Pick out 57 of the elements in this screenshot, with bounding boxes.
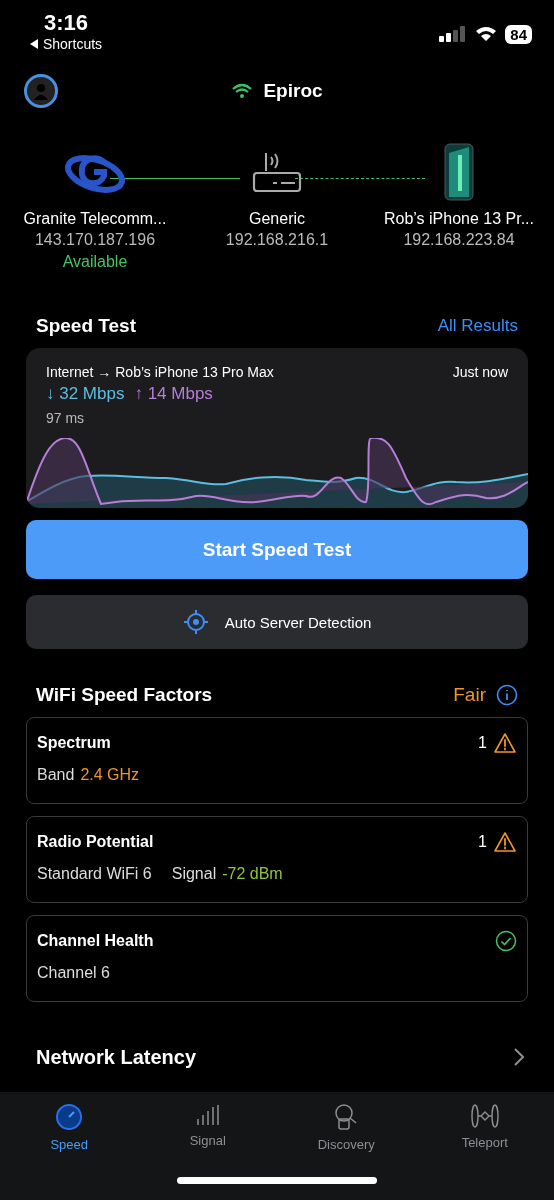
back-triangle-icon — [29, 39, 39, 49]
section-title: WiFi Speed Factors — [36, 684, 213, 706]
wifi-icon — [475, 26, 498, 42]
upload-speed: ↑ 14 Mbps — [134, 384, 213, 404]
test-time: Just now — [452, 364, 508, 380]
factor-label: Channel 6 — [37, 964, 110, 982]
info-icon[interactable] — [496, 684, 518, 706]
factor-title: Radio Potential — [37, 833, 154, 851]
wifi-icon — [231, 83, 254, 99]
back-link[interactable]: Shortcuts — [29, 36, 103, 52]
factor-title: Spectrum — [37, 734, 111, 752]
all-results-link[interactable]: All Results — [437, 316, 518, 336]
crosshair-icon — [182, 609, 209, 635]
tab[interactable]: Signal — [138, 1102, 277, 1153]
issue-count: 1 — [478, 734, 487, 752]
warning-icon — [493, 732, 517, 754]
tab[interactable]: Teleport — [415, 1102, 554, 1153]
network-latency-row[interactable]: Network Latency — [0, 1032, 554, 1082]
factor-card[interactable]: Channel Health Channel 6 — [26, 915, 528, 1002]
factor-label: Signal — [171, 865, 217, 883]
chevron-right-icon — [514, 1048, 524, 1066]
teleport-icon — [469, 1103, 500, 1129]
speed-rating: Fair — [453, 684, 486, 706]
battery-level: 84 — [505, 24, 532, 44]
test-route: Internet → Rob’s iPhone 13 Pro Max — [46, 364, 274, 380]
signal-bars-icon — [194, 1103, 221, 1127]
latency-value: 97 ms — [45, 409, 86, 426]
download-speed: ↓ 32 Mbps — [46, 384, 125, 404]
speed-test-card[interactable]: Internet → Rob’s iPhone 13 Pro Max Just now ↓ 32 Mbps ↑ 14 Mbps 97 ms — [26, 348, 528, 508]
ip-address: 143.170.187.196 — [34, 231, 156, 249]
cellular-signal-icon — [439, 26, 468, 42]
check-circle-icon — [495, 930, 517, 952]
ip-address: 192.168.223.84 — [403, 231, 515, 249]
factor-label: Band — [37, 766, 75, 784]
ip-address: 192.168.216.1 — [225, 231, 329, 249]
factor-value: 2.4 GHz — [80, 766, 140, 784]
phone-icon — [444, 143, 474, 201]
row-title: Network Latency — [36, 1045, 197, 1069]
factor-value: -72 dBm — [222, 865, 283, 883]
device-status: Available — [62, 253, 128, 271]
issue-count: 1 — [478, 833, 487, 851]
factor-title: Channel Health — [37, 932, 154, 950]
section-title: Speed Test — [36, 315, 136, 337]
auto-server-button[interactable]: Auto Server Detection — [26, 595, 528, 649]
factor-card[interactable]: Radio Potential 1 Standard WiFi 6 Signal -72 dBm — [26, 816, 528, 903]
tab[interactable]: Discovery — [277, 1102, 416, 1153]
device-name: Generic — [249, 210, 305, 228]
clock: 3:16 — [43, 10, 88, 36]
device-name: Granite Telecomm... — [23, 210, 167, 228]
factor-card[interactable]: Spectrum 1 Band 2.4 GHz — [26, 717, 528, 804]
device-name: Rob’s iPhone 13 Pr... — [384, 210, 534, 228]
warning-icon — [493, 831, 517, 853]
network-name: Epiroc — [263, 80, 323, 102]
gauge-icon — [55, 1103, 84, 1131]
factor-label: Standard WiFi 6 — [37, 865, 152, 883]
profile-avatar[interactable] — [24, 74, 58, 108]
tab[interactable]: Speed — [0, 1102, 139, 1153]
